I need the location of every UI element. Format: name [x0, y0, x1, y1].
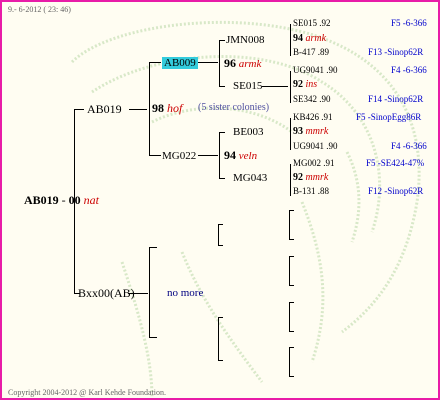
gen4-2-tag: ins	[305, 79, 318, 90]
connector	[290, 71, 291, 103]
gen4-2-father: UG9041 .90	[293, 65, 338, 75]
connector	[289, 256, 290, 286]
pedigree-chart: 9.- 6-2012 ( 23: 46) AB019 - 00 nat AB01…	[0, 0, 440, 400]
connector	[218, 224, 219, 246]
no-more-note: no more	[167, 287, 204, 299]
connector	[289, 331, 294, 332]
gen4-3-mother-ref: F4 -6-366	[391, 141, 427, 151]
gen4-1-father-ref: F5 -6-366	[391, 18, 427, 28]
connector	[218, 245, 223, 246]
copyright: Copyright 2004-2012 @ Karl Kehde Foundat…	[8, 388, 167, 397]
connector	[218, 224, 223, 225]
gen3-top-mother: SE015	[233, 80, 263, 92]
gen3-top-score-line: 96 armk	[224, 56, 261, 71]
gen3-bottom-score-line: 94 veln	[224, 148, 257, 163]
root-tag: nat	[83, 193, 100, 207]
gen4-1-mother: B-417 .89	[293, 47, 329, 57]
connector	[289, 302, 290, 332]
connector	[198, 155, 218, 156]
gen4-2-mother: SE342 .90	[293, 94, 331, 104]
gen2-tag: hof	[167, 101, 183, 115]
gen4-1-tag: armk	[305, 33, 327, 44]
gen4-1-score: 94	[293, 33, 303, 44]
gen4-4-tag: mmrk	[305, 172, 329, 183]
gen4-1-father: SE015 .92	[293, 18, 331, 28]
connector	[198, 62, 218, 63]
root-bee: AB019 - 00 nat	[24, 193, 100, 207]
connector	[149, 247, 157, 248]
gen4-1-score-line: 94 armk	[293, 33, 326, 44]
connector	[219, 178, 225, 179]
gen3-top-father: JMN008	[226, 34, 265, 46]
gen3-top-tag: armk	[238, 58, 262, 70]
connector	[129, 109, 147, 110]
gen3-bottom-tag: veln	[238, 150, 258, 162]
connector	[218, 360, 223, 361]
connector	[74, 109, 84, 110]
connector	[218, 317, 223, 318]
father-name: AB019	[87, 102, 122, 116]
gen4-1-mother-ref: F13 -Sinop62R	[368, 47, 424, 57]
connector	[219, 40, 225, 41]
gen3-bottom-score: 94	[224, 148, 236, 162]
connector	[219, 132, 225, 133]
gen2-mother-name: MG022	[162, 150, 197, 162]
root-name: AB019	[24, 193, 59, 207]
connector	[289, 210, 290, 240]
connector	[149, 62, 161, 63]
connector	[219, 40, 220, 87]
gen4-2-father-ref: F4 -6-366	[391, 65, 427, 75]
connector	[219, 132, 220, 179]
connector	[289, 347, 294, 348]
gen4-3-score-line: 93 mmrk	[293, 126, 328, 137]
gen3-bottom-father: BE003	[233, 126, 264, 138]
gen4-2-score: 92	[293, 79, 303, 90]
gen4-3-father-ref: F5 -SinopEgg86R	[356, 112, 422, 122]
connector	[262, 86, 288, 87]
gen2-father-name: AB009	[162, 57, 198, 69]
gen4-4-score-line: 92 mmrk	[293, 172, 328, 183]
connector	[149, 247, 150, 338]
connector	[289, 210, 294, 211]
connector	[290, 164, 291, 196]
gen2-score-line: 98 hof	[152, 101, 182, 116]
connector	[289, 302, 294, 303]
connector	[219, 86, 225, 87]
gen4-3-mother: UG9041 .90	[293, 141, 338, 151]
gen3-bottom-mother: MG043	[233, 172, 268, 184]
gen4-3-tag: mmrk	[305, 126, 329, 137]
mother-name: Bxx00(AB)	[78, 286, 135, 300]
connector	[290, 24, 291, 56]
gen4-4-score: 92	[293, 172, 303, 183]
connector	[289, 256, 294, 257]
gen4-3-father: KB426 .91	[293, 112, 333, 122]
gen4-4-father: MG002 .91	[293, 158, 335, 168]
gen4-4-mother: B-131 .88	[293, 186, 329, 196]
gen2-father: AB009	[162, 57, 198, 69]
gen4-2-mother-ref: F14 -Sinop62R	[368, 94, 424, 104]
connector	[149, 337, 157, 338]
gen4-3-score: 93	[293, 126, 303, 137]
connector	[289, 285, 294, 286]
connector	[289, 347, 290, 377]
gen4-4-father-ref: F5 -SE424-47%	[366, 158, 425, 168]
timestamp: 9.- 6-2012 ( 23: 46)	[8, 5, 71, 14]
connector	[289, 239, 294, 240]
connector	[128, 293, 148, 294]
connector	[218, 317, 219, 361]
connector	[149, 155, 161, 156]
connector	[289, 376, 294, 377]
gen4-4-mother-ref: F12 -Sinop62R	[368, 186, 424, 196]
gen2-score: 98	[152, 101, 164, 115]
gen3-top-score: 96	[224, 56, 236, 70]
connector	[290, 118, 291, 150]
gen4-2-score-line: 92 ins	[293, 79, 317, 90]
connector	[74, 109, 75, 294]
sister-colonies-note: (5 sister colonies)	[198, 102, 270, 113]
connector	[149, 62, 150, 156]
